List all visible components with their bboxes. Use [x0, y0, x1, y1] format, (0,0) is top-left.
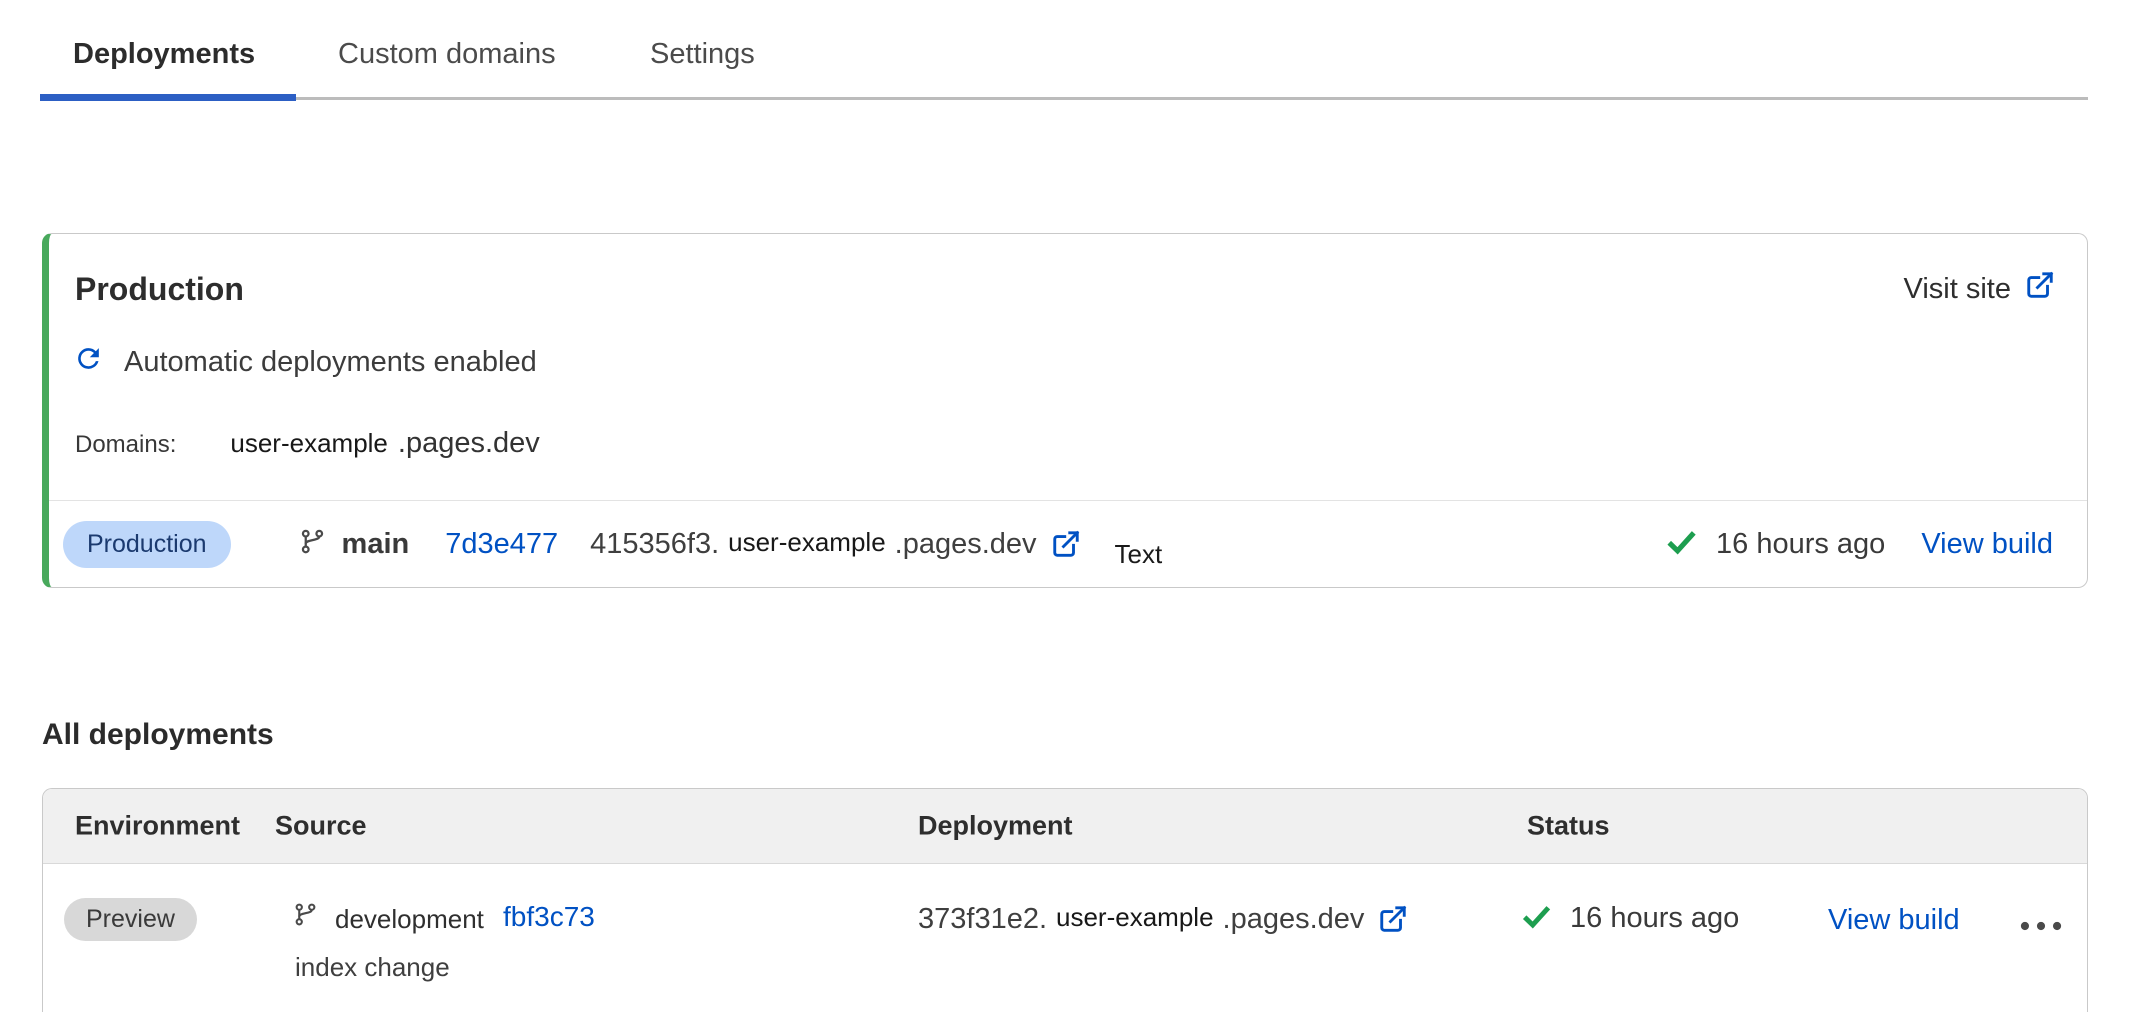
- external-link-icon[interactable]: [1378, 904, 1408, 939]
- domains-row: Domains: user-example .pages.dev: [75, 427, 540, 460]
- auto-deployments-status: Automatic deployments enabled: [73, 343, 537, 382]
- all-deployments-title: All deployments: [42, 718, 274, 752]
- active-tab-indicator: [40, 94, 296, 101]
- deploy-time: 16 hours ago: [1716, 528, 1885, 561]
- external-link-icon: [2025, 270, 2055, 308]
- git-branch-icon: [299, 526, 326, 562]
- note-text: Text: [1115, 539, 1163, 570]
- deployment-url-suffix: .pages.dev: [1223, 903, 1365, 935]
- row-status: 16 hours ago: [1521, 902, 1739, 935]
- production-card-header: Production Visit site: [75, 270, 2055, 308]
- deployment-table-row: Preview development fbf3c73 index change…: [43, 864, 2087, 1003]
- domain-suffix: .pages.dev: [398, 427, 540, 460]
- column-header-status: Status: [1527, 811, 1610, 842]
- environment-badge-preview: Preview: [64, 898, 197, 941]
- deployment-url-name: user-example: [728, 527, 886, 557]
- tab-bar-divider: [40, 97, 2088, 100]
- deployment-url[interactable]: 415356f3. user-example .pages.dev: [590, 528, 1036, 561]
- deploy-time: 16 hours ago: [1570, 902, 1739, 935]
- tab-custom-domains[interactable]: Custom domains: [338, 38, 556, 71]
- domain-name: user-example: [230, 428, 388, 459]
- git-branch-icon: [293, 900, 318, 934]
- tab-deployments[interactable]: Deployments: [73, 38, 255, 71]
- column-header-environment: Environment: [75, 811, 240, 842]
- tab-settings[interactable]: Settings: [650, 38, 755, 71]
- production-status: 16 hours ago View build: [1665, 528, 2053, 561]
- deployments-table: Environment Source Deployment Status Pre…: [42, 788, 2088, 1012]
- commit-link[interactable]: fbf3c73: [503, 901, 595, 933]
- column-header-source: Source: [275, 811, 367, 842]
- external-link-icon[interactable]: [1051, 529, 1081, 564]
- branch-name: main: [342, 528, 410, 561]
- production-title: Production: [75, 271, 244, 308]
- commit-message: index change: [295, 952, 450, 983]
- deployment-url-suffix: .pages.dev: [895, 528, 1037, 560]
- visit-site-link[interactable]: Visit site: [1904, 270, 2055, 308]
- refresh-icon: [73, 343, 104, 382]
- deployment-url-prefix: 373f31e2.: [918, 903, 1047, 935]
- view-build-link[interactable]: View build: [1921, 528, 2053, 561]
- visit-site-label: Visit site: [1904, 273, 2011, 306]
- deployment-url[interactable]: 373f31e2. user-example .pages.dev: [918, 902, 1408, 937]
- domains-label: Domains:: [75, 431, 176, 459]
- success-check-icon: [1521, 903, 1552, 934]
- deployment-url-prefix: 415356f3.: [590, 528, 719, 560]
- commit-link[interactable]: 7d3e477: [445, 528, 558, 561]
- deployment-url-name: user-example: [1056, 902, 1214, 932]
- production-deployment-row: Production main 7d3e477 415356f3. user-ex…: [63, 501, 2053, 587]
- branch-name: development: [335, 904, 484, 935]
- view-build-link[interactable]: View build: [1828, 904, 1960, 937]
- environment-badge-production: Production: [63, 521, 231, 568]
- auto-deployments-text: Automatic deployments enabled: [124, 346, 537, 379]
- pages-project-screen: Deployments Custom domains Settings Prod…: [0, 0, 2132, 1012]
- table-header: Environment Source Deployment Status: [43, 789, 2087, 864]
- production-card: Production Visit site Automatic deploym: [42, 233, 2088, 588]
- success-check-icon: [1665, 528, 1698, 560]
- row-menu-ellipsis-icon[interactable]: [2020, 918, 2062, 936]
- column-header-deployment: Deployment: [918, 811, 1073, 842]
